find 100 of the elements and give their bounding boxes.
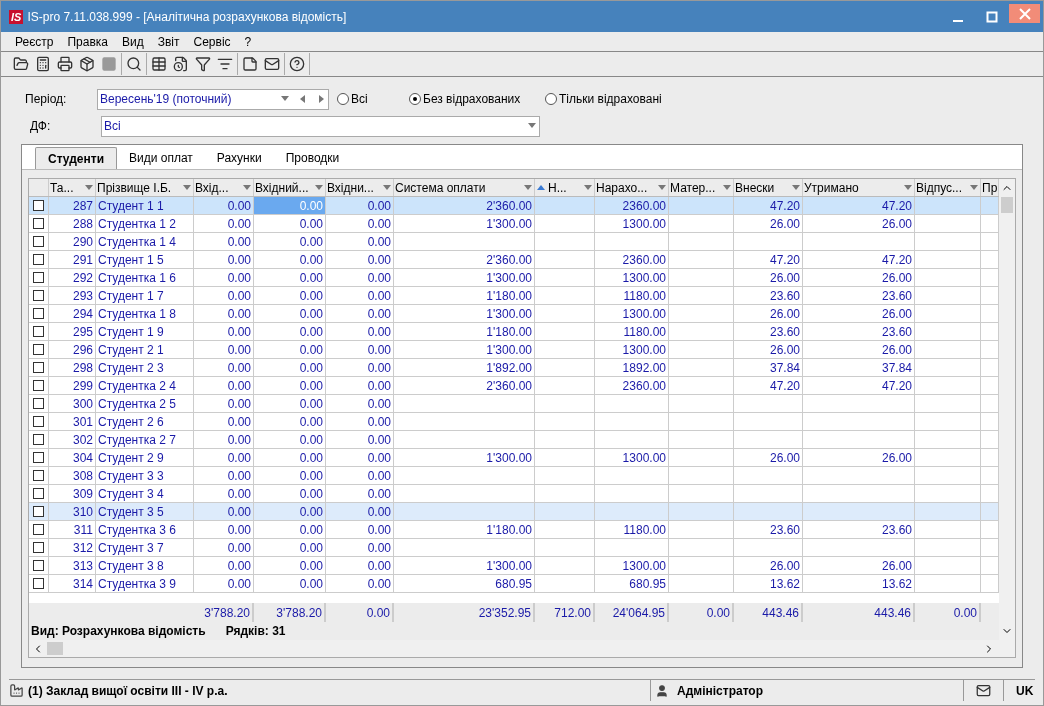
tab[interactable]: Рахунки xyxy=(204,147,274,169)
checkbox[interactable] xyxy=(33,218,44,229)
checkbox[interactable] xyxy=(33,398,44,409)
table-row[interactable]: 312 Студент 3 7 0.00 0.00 0.00 xyxy=(29,539,999,557)
vertical-scrollbar[interactable] xyxy=(999,179,1015,640)
language-indicator[interactable]: UK xyxy=(1004,681,1034,700)
mail-icon[interactable] xyxy=(976,683,991,698)
table-icon[interactable] xyxy=(151,56,167,72)
checkbox[interactable] xyxy=(33,506,44,517)
checkbox[interactable] xyxy=(33,434,44,445)
checkbox[interactable] xyxy=(33,380,44,391)
menu-item[interactable]: Правка xyxy=(67,32,108,51)
column-header[interactable]: Прізвище І.Б. xyxy=(96,179,194,196)
radio-button[interactable] xyxy=(545,93,557,105)
checkbox[interactable] xyxy=(33,542,44,553)
table-row[interactable]: 314 Студентка 3 9 0.00 0.00 0.00 680.95 680.95 13.62 13.62 xyxy=(29,575,999,593)
table-cell: 1300.00 xyxy=(595,341,669,358)
menu-item[interactable]: ? xyxy=(244,32,252,51)
table-cell: 2'360.00 xyxy=(394,377,535,394)
next-icon[interactable] xyxy=(316,94,326,104)
help-icon[interactable] xyxy=(289,56,305,72)
column-header[interactable]: Та... xyxy=(49,179,96,196)
folder-icon[interactable] xyxy=(13,56,29,72)
column-header[interactable]: Н... xyxy=(535,179,595,196)
column-header[interactable]: Внески xyxy=(734,179,803,196)
box-icon[interactable] xyxy=(79,56,95,72)
checkbox[interactable] xyxy=(33,236,44,247)
df-dropdown[interactable]: Всі xyxy=(101,115,540,137)
table-row[interactable]: 291 Студент 1 5 0.00 0.00 0.00 2'360.00 2360.00 47.20 47.20 xyxy=(29,251,999,269)
table-cell: 0.00 xyxy=(194,521,254,538)
printer-icon[interactable] xyxy=(57,56,73,72)
period-dropdown[interactable]: Вересень'19 (поточний) xyxy=(97,88,329,110)
column-header[interactable]: Система оплати xyxy=(394,179,535,196)
table-row[interactable]: 311 Студентка 3 6 0.00 0.00 0.00 1'180.00 1180.00 23.60 23.60 xyxy=(29,521,999,539)
table-cell: 299 xyxy=(49,377,96,394)
table-row[interactable]: 304 Студент 2 9 0.00 0.00 0.00 1'300.00 1300.00 26.00 26.00 xyxy=(29,449,999,467)
note-icon[interactable] xyxy=(242,56,258,72)
column-header[interactable]: Вхід... xyxy=(194,179,254,196)
menu-item[interactable]: Звіт xyxy=(157,32,180,51)
checkbox[interactable] xyxy=(33,362,44,373)
table-cell: 300 xyxy=(49,395,96,412)
filter-icon[interactable] xyxy=(195,56,211,72)
filter-icon[interactable] xyxy=(217,56,233,72)
horizontal-scrollbar[interactable] xyxy=(29,640,1015,657)
checkbox[interactable] xyxy=(33,416,44,427)
table-row[interactable]: 296 Студент 2 1 0.00 0.00 0.00 1'300.00 1300.00 26.00 26.00 xyxy=(29,341,999,359)
table-cell: Студентка 3 9 xyxy=(96,575,194,592)
menu-item[interactable]: Вид xyxy=(122,32,144,51)
table-row[interactable]: 309 Студент 3 4 0.00 0.00 0.00 xyxy=(29,485,999,503)
column-header[interactable]: Матер... xyxy=(669,179,734,196)
column-header[interactable]: Відпус... xyxy=(915,179,981,196)
checkbox[interactable] xyxy=(33,344,44,355)
table-row[interactable]: 302 Студентка 2 7 0.00 0.00 0.00 xyxy=(29,431,999,449)
menu-item[interactable]: Реєстр xyxy=(15,32,54,51)
table-cell: 0.00 xyxy=(326,575,394,592)
table-row[interactable]: 298 Студент 2 3 0.00 0.00 0.00 1'892.00 1892.00 37.84 37.84 xyxy=(29,359,999,377)
search-icon[interactable] xyxy=(126,56,142,72)
menu-item[interactable]: Сервіс xyxy=(193,32,231,51)
mail-icon[interactable] xyxy=(264,56,280,72)
previous-icon[interactable] xyxy=(298,94,308,104)
table-row[interactable]: 294 Студентка 1 8 0.00 0.00 0.00 1'300.00 1300.00 26.00 26.00 xyxy=(29,305,999,323)
radio-button[interactable] xyxy=(409,93,421,105)
calculator-icon[interactable] xyxy=(35,56,51,72)
checkbox[interactable] xyxy=(33,578,44,589)
column-header[interactable]: Нарахо... xyxy=(595,179,669,196)
checkbox[interactable] xyxy=(33,200,44,211)
table-row[interactable]: 290 Студентка 1 4 0.00 0.00 0.00 xyxy=(29,233,999,251)
scroll-thumb[interactable] xyxy=(1001,197,1013,213)
column-header[interactable]: Утримано xyxy=(803,179,915,196)
table-row[interactable]: 292 Студентка 1 6 0.00 0.00 0.00 1'300.00 1300.00 26.00 26.00 xyxy=(29,269,999,287)
tab[interactable]: Види оплат xyxy=(117,147,205,169)
total-cell-text: 443.46 xyxy=(874,604,911,622)
table-row[interactable]: 295 Студент 1 9 0.00 0.00 0.00 1'180.00 1180.00 23.60 23.60 xyxy=(29,323,999,341)
checkbox[interactable] xyxy=(33,272,44,283)
table-row[interactable]: 313 Студент 3 8 0.00 0.00 0.00 1'300.00 1300.00 26.00 26.00 xyxy=(29,557,999,575)
checkbox[interactable] xyxy=(33,452,44,463)
table-row[interactable]: 293 Студент 1 7 0.00 0.00 0.00 1'180.00 1180.00 23.60 23.60 xyxy=(29,287,999,305)
checkbox[interactable] xyxy=(33,560,44,571)
checkbox[interactable] xyxy=(33,254,44,265)
clock-icon[interactable] xyxy=(173,56,189,72)
table-row[interactable]: 287 Студент 1 1 0.00 0.00 0.00 2'360.00 2360.00 47.20 47.20 xyxy=(29,197,999,215)
table-row[interactable]: 299 Студентка 2 4 0.00 0.00 0.00 2'360.00 2360.00 47.20 47.20 xyxy=(29,377,999,395)
table-row[interactable]: 301 Студент 2 6 0.00 0.00 0.00 xyxy=(29,413,999,431)
column-header[interactable]: Вхідний... xyxy=(254,179,326,196)
checkbox[interactable] xyxy=(33,290,44,301)
tab[interactable]: Проводки xyxy=(273,147,352,169)
checkbox[interactable] xyxy=(33,308,44,319)
column-header[interactable]: Вхідни... xyxy=(326,179,394,196)
table-row[interactable]: 308 Студент 3 3 0.00 0.00 0.00 xyxy=(29,467,999,485)
checkbox[interactable] xyxy=(33,524,44,535)
table-row[interactable]: 300 Студентка 2 5 0.00 0.00 0.00 xyxy=(29,395,999,413)
checkbox[interactable] xyxy=(33,326,44,337)
table-row[interactable]: 310 Студент 3 5 0.00 0.00 0.00 xyxy=(29,503,999,521)
tab[interactable]: Студенти xyxy=(35,147,117,169)
scroll-thumb[interactable] xyxy=(47,642,63,655)
radio-button[interactable] xyxy=(337,93,349,105)
maximize-icon[interactable] xyxy=(986,10,998,23)
checkbox[interactable] xyxy=(33,470,44,481)
checkbox[interactable] xyxy=(33,488,44,499)
table-row[interactable]: 288 Студентка 1 2 0.00 0.00 0.00 1'300.00 1300.00 26.00 26.00 xyxy=(29,215,999,233)
